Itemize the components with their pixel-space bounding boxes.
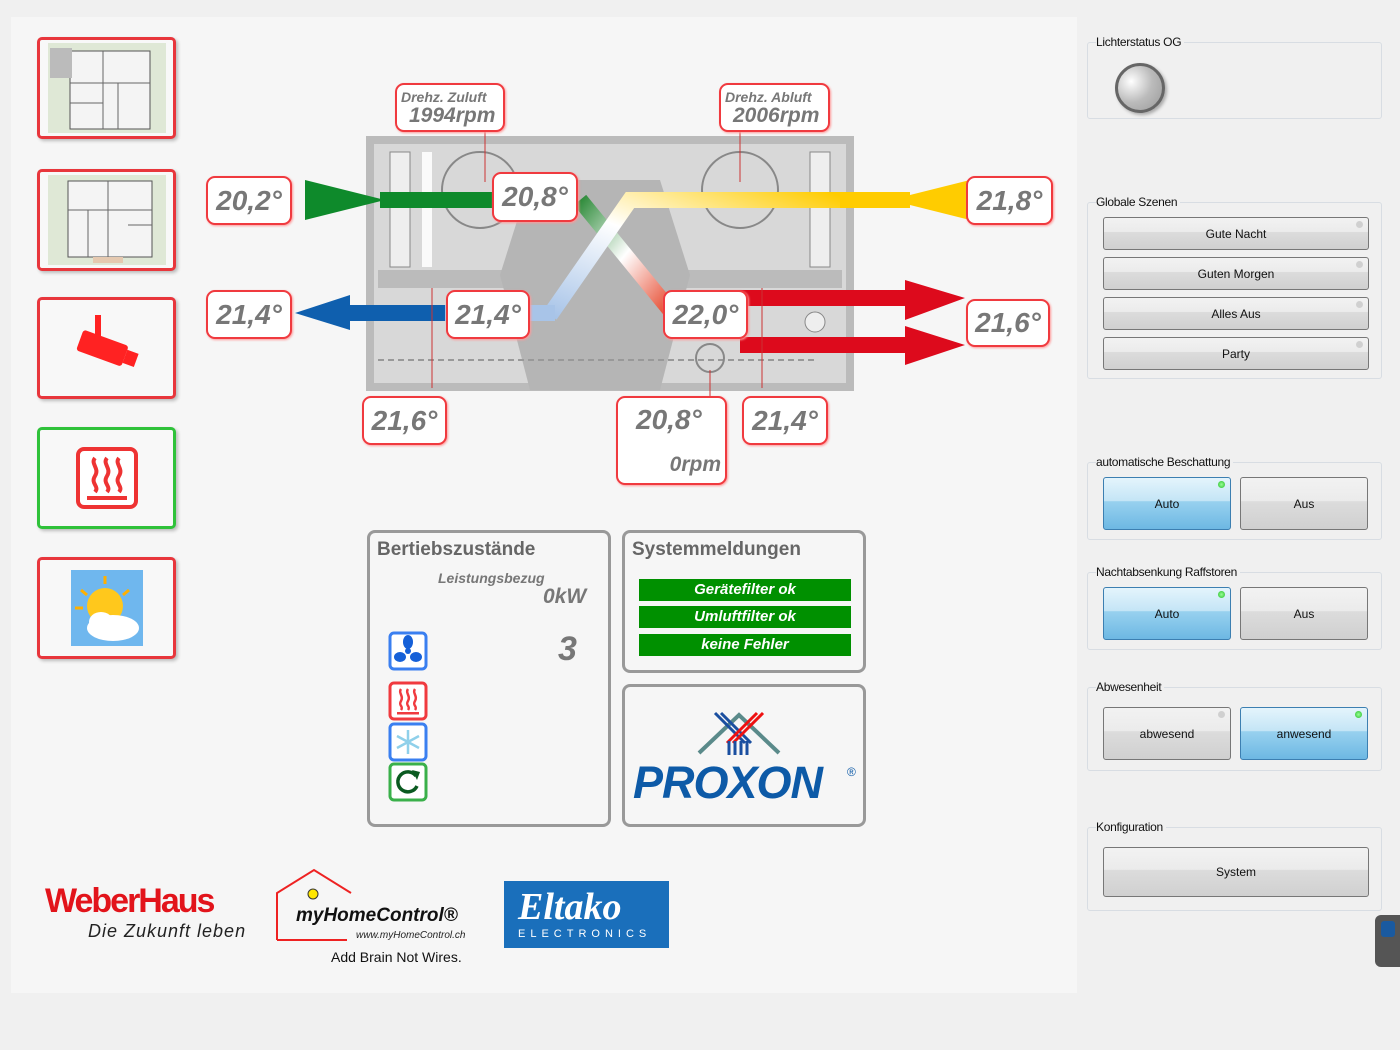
- message-item: Gerätefilter ok: [639, 579, 851, 601]
- arrow-exhaust-out: [295, 295, 350, 330]
- group-label: Abwesenheit: [1096, 680, 1165, 694]
- camera-icon: [76, 315, 139, 368]
- night-auto-button[interactable]: Auto: [1103, 587, 1231, 640]
- temp-bottom-left: 21,6°: [362, 396, 447, 445]
- nav-heating[interactable]: [37, 427, 176, 529]
- motor-icon: [804, 311, 826, 333]
- group-label: automatische Beschattung: [1096, 455, 1234, 469]
- cooling-icon: [388, 722, 428, 762]
- message-item: keine Fehler: [639, 634, 851, 656]
- group-label: Konfiguration: [1096, 820, 1166, 834]
- temp-exhaust-mid: 21,4°: [446, 290, 530, 339]
- arrow-supply-out: [905, 326, 965, 365]
- proxon-logo: PROXON: [633, 757, 823, 808]
- messages-title: Systemmeldungen: [632, 539, 801, 560]
- present-button[interactable]: anwesend: [1240, 707, 1368, 760]
- group-lichterstatus: Lichterstatus OG: [1087, 35, 1382, 119]
- floorplan-og-icon: [47, 43, 166, 133]
- supply-fan-speed: Drehz. Zuluft 1994rpm: [395, 83, 505, 132]
- temp-outdoor-in: 20,2°: [206, 176, 292, 225]
- absent-button[interactable]: abwesend: [1103, 707, 1231, 760]
- fan-icon: [388, 631, 428, 671]
- myhomecontrol-logo: myHomeControl®: [296, 905, 458, 926]
- system-button[interactable]: System: [1103, 847, 1369, 897]
- supply-fan-rpm: 1994rpm: [409, 103, 496, 127]
- nav-floorplan-eg[interactable]: [37, 169, 176, 271]
- bypass-sensor: 20,8° 0rpm: [616, 396, 727, 485]
- exhaust-fan-label: Drehz. Abluft: [725, 88, 812, 105]
- status-title: Bertiebszustände: [377, 539, 536, 560]
- myhomecontrol-slogan: Add Brain Not Wires.: [331, 949, 462, 965]
- bypass-rpm: 0rpm: [669, 453, 721, 476]
- status-panel: Bertiebszustände Leistungsbezug 0kW 3: [367, 530, 611, 827]
- scene-party-button[interactable]: Party: [1103, 337, 1369, 370]
- myhomecontrol-url: www.myHomeControl.ch: [356, 930, 466, 941]
- power-label: Leistungsbezug: [438, 570, 545, 586]
- supply-fan-label: Drehz. Zuluft: [401, 88, 487, 105]
- temp-exhaust-out: 21,4°: [206, 290, 292, 339]
- weberhaus-logo: WeberHaus: [45, 882, 215, 920]
- eltako-subtitle: ELECTRONICS: [518, 928, 652, 940]
- proxon-logo-mark: [697, 711, 781, 755]
- heating-icon: [388, 681, 428, 721]
- fan-level: 3: [558, 630, 577, 668]
- eltako-wordmark: Eltako: [518, 886, 622, 928]
- nav-floorplan-og[interactable]: [37, 37, 176, 139]
- bypass-temp: 20,8°: [636, 404, 702, 435]
- message-item: Umluftfilter ok: [639, 606, 851, 628]
- light-status-indicator: [1115, 63, 1165, 113]
- heating-icon: [75, 447, 138, 509]
- exhaust-fan-rpm: 2006rpm: [733, 103, 820, 127]
- weather-icon: [70, 570, 143, 646]
- teamviewer-icon: [1381, 921, 1395, 937]
- ventilation-diagram: [295, 132, 970, 398]
- night-off-button[interactable]: Aus: [1240, 587, 1368, 640]
- nav-weather[interactable]: [37, 557, 176, 659]
- exhaust-fan-speed: Drehz. Abluft 2006rpm: [719, 83, 830, 132]
- group-label: Lichterstatus OG: [1096, 35, 1185, 49]
- scene-alles-aus-button[interactable]: Alles Aus: [1103, 297, 1369, 330]
- temp-supply-mid: 22,0°: [663, 290, 748, 339]
- shading-off-button[interactable]: Aus: [1240, 477, 1368, 530]
- temp-supply-out: 21,6°: [966, 299, 1050, 347]
- nav-camera[interactable]: [37, 297, 176, 399]
- shading-auto-button[interactable]: Auto: [1103, 477, 1231, 530]
- power-value: 0kW: [543, 585, 587, 608]
- proxon-logo-panel: PROXON ®: [622, 684, 866, 827]
- scene-guten-morgen-button[interactable]: Guten Morgen: [1103, 257, 1369, 290]
- eltako-logo: Eltako ELECTRONICS: [504, 881, 669, 948]
- remote-support-tab[interactable]: [1375, 915, 1400, 967]
- messages-panel: Systemmeldungen Gerätefilter ok Umluftfi…: [622, 530, 866, 673]
- weberhaus-tagline: Die Zukunft leben: [88, 921, 247, 941]
- temp-supply-after-filter: 20,8°: [492, 172, 578, 222]
- scene-gute-nacht-button[interactable]: Gute Nacht: [1103, 217, 1369, 250]
- temp-extract-in: 21,8°: [966, 176, 1053, 225]
- temp-bottom-right: 21,4°: [742, 396, 828, 445]
- group-label: Globale Szenen: [1096, 195, 1181, 209]
- group-label: Nachtabsenkung Raffstoren: [1096, 565, 1241, 579]
- recirculation-icon: [388, 762, 428, 802]
- floorplan-eg-icon: [47, 175, 166, 265]
